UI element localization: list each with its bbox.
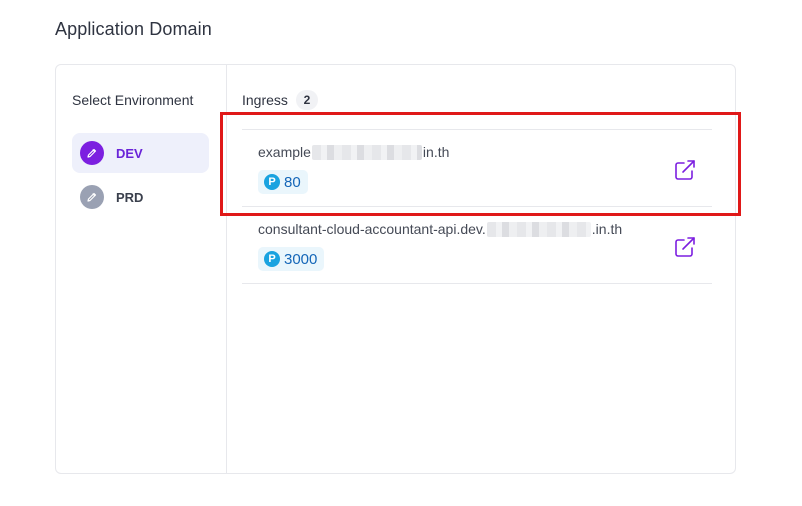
port-icon: P: [264, 174, 280, 190]
ingress-row: consultant-cloud-accountant-api.dev. .in…: [242, 207, 712, 284]
application-domain-card: Select Environment DEV PRD Ingress 2 exa…: [55, 64, 736, 474]
environment-item-dev[interactable]: DEV: [72, 133, 209, 173]
pencil-icon: [80, 141, 104, 165]
ingress-host-suffix: .in.th: [591, 221, 623, 237]
port-value: 80: [284, 173, 301, 191]
environment-panel-title: Select Environment: [72, 92, 194, 108]
environment-item-label: PRD: [116, 189, 144, 205]
ingress-panel: Ingress 2 example in.th P 80 consultant-…: [227, 65, 735, 473]
ingress-count-badge: 2: [295, 90, 318, 110]
external-link-icon[interactable]: [673, 158, 697, 182]
port-badge: P 3000: [258, 247, 325, 271]
ingress-host-prefix: example: [258, 144, 311, 160]
ingress-title: Ingress: [242, 92, 288, 108]
ingress-host-prefix: consultant-cloud-accountant-api.dev.: [258, 221, 486, 237]
page-title: Application Domain: [55, 19, 212, 39]
port-icon: P: [264, 251, 280, 267]
ingress-header: Ingress 2: [242, 90, 318, 110]
ingress-host-suffix: in.th: [422, 144, 450, 160]
environment-panel: Select Environment DEV PRD: [56, 65, 227, 473]
ingress-list: example in.th P 80 consultant-cloud-acco…: [242, 129, 712, 284]
environment-item-prd[interactable]: PRD: [72, 177, 209, 217]
ingress-row: example in.th P 80: [242, 130, 712, 207]
external-link-icon[interactable]: [673, 235, 697, 259]
ingress-host: consultant-cloud-accountant-api.dev. .in…: [258, 221, 622, 237]
redacted-text: [311, 144, 422, 160]
redacted-text: [486, 221, 591, 237]
ingress-host: example in.th: [258, 144, 449, 160]
port-value: 3000: [284, 250, 318, 268]
environment-item-label: DEV: [116, 145, 143, 161]
port-badge: P 80: [258, 170, 308, 194]
pencil-icon: [80, 185, 104, 209]
